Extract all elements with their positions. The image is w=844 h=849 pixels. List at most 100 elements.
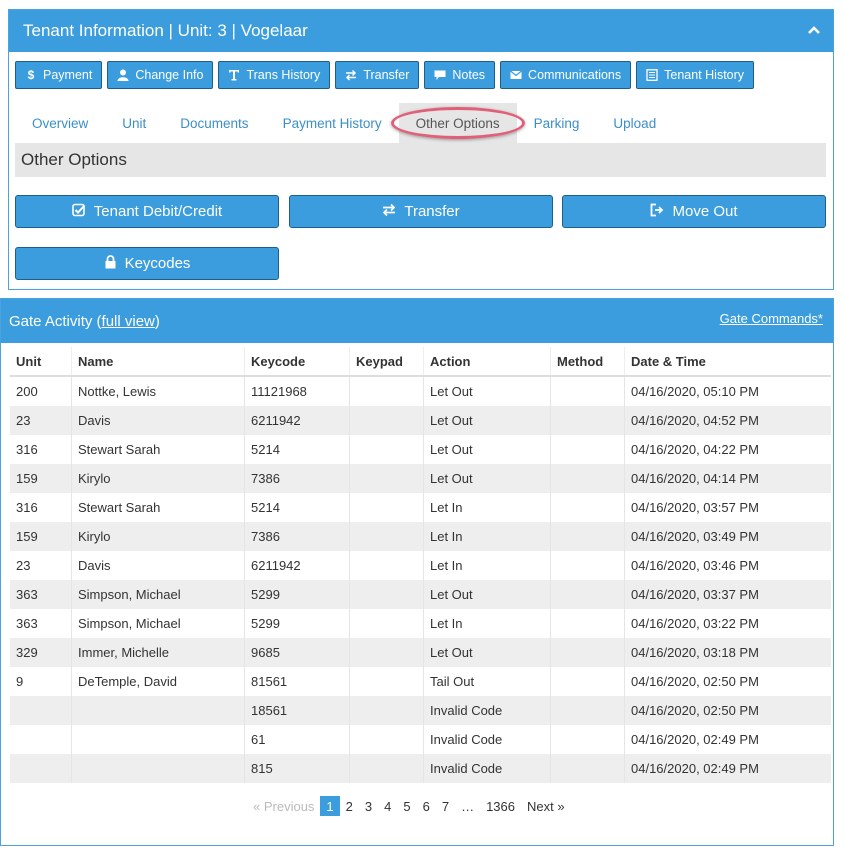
transfer-action-button[interactable]: Transfer xyxy=(335,61,420,89)
gate-activity-header: Gate Activity (full view) Gate Commands* xyxy=(1,299,833,343)
payment-button[interactable]: $ Payment xyxy=(15,61,103,89)
table-row[interactable]: 9 DeTemple, David 81561 Tail Out 04/16/2020,… xyxy=(10,667,831,696)
column-header-date-time[interactable]: Date & Time xyxy=(624,347,831,377)
page-link-6[interactable]: 6 xyxy=(417,796,436,816)
datetime-cell: 04/16/2020, 02:50 PM xyxy=(631,674,759,689)
page-link-1[interactable]: 1 xyxy=(320,796,340,816)
datetime-cell: 04/16/2020, 04:14 PM xyxy=(624,464,831,493)
unit-cell xyxy=(10,754,72,783)
table-row[interactable]: 61 Invalid Code 04/16/2020, 02:49 PM xyxy=(10,725,831,754)
user-icon xyxy=(117,69,129,81)
action-cell: Let Out xyxy=(423,406,551,435)
action-cell: Let Out xyxy=(423,464,551,493)
name-cell: Davis xyxy=(71,551,245,580)
envelope-icon xyxy=(510,69,522,81)
move-out-button[interactable]: Move Out xyxy=(562,195,826,228)
table-header-row: Unit Name Keycode Keypad Action Method D… xyxy=(10,347,831,377)
name-cell: Stewart Sarah xyxy=(71,493,245,522)
gate-activity-panel: Gate Activity (full view) Gate Commands*… xyxy=(0,298,834,846)
tab-documents[interactable]: Documents xyxy=(163,103,265,143)
datetime-cell: 04/16/2020, 02:49 PM xyxy=(624,754,831,783)
next-page-link[interactable]: Next » xyxy=(521,796,571,816)
table-row[interactable]: 23 Davis 6211942 Let In 04/16/2020, 03:46 PM xyxy=(10,551,831,580)
dollar-icon: $ xyxy=(27,68,35,82)
action-cell: Invalid Code xyxy=(423,754,551,783)
table-row[interactable]: 159 Kirylo 7386 Let In 04/16/2020, 03:49 PM xyxy=(10,522,831,551)
tab-upload[interactable]: Upload xyxy=(596,103,673,143)
change-info-button[interactable]: Change Info xyxy=(107,61,214,89)
pagination: « Previous 1 2 3 4 5 6 7 … 1366 Next » xyxy=(247,796,571,816)
method-cell xyxy=(550,696,625,725)
name-cell: Stewart Sarah xyxy=(71,435,245,464)
datetime-cell: 04/16/2020, 03:37 PM xyxy=(624,580,831,609)
tenant-info-header: Tenant Information | Unit: 3 | Vogelaar xyxy=(9,10,833,52)
table-row[interactable]: 316 Stewart Sarah 5214 Let In 04/16/2020, 03… xyxy=(10,493,831,522)
method-cell xyxy=(550,522,625,551)
method-cell xyxy=(550,435,625,464)
datetime-cell: 04/16/2020, 03:22 PM xyxy=(631,616,759,631)
table-row[interactable]: 815 Invalid Code 04/16/2020, 02:49 PM xyxy=(10,754,831,783)
previous-page-link[interactable]: « Previous xyxy=(247,796,320,816)
keycode-cell: 18561 xyxy=(244,696,350,725)
tenant-debit-credit-button[interactable]: Tenant Debit/Credit xyxy=(15,195,279,228)
action-cell: Tail Out xyxy=(423,667,551,696)
method-cell xyxy=(550,725,625,754)
name-cell: Simpson, Michael xyxy=(71,580,245,609)
unit-cell: 159 xyxy=(10,464,72,493)
table-row[interactable]: 329 Immer, Michelle 9685 Let Out 04/16/2020,… xyxy=(10,638,831,667)
tab-unit[interactable]: Unit xyxy=(105,103,163,143)
tab-other-options[interactable]: Other Options xyxy=(390,103,525,143)
notes-button[interactable]: Notes xyxy=(424,61,496,89)
keycode-cell: 81561 xyxy=(244,667,350,696)
page-link-7[interactable]: 7 xyxy=(436,796,455,816)
page-link-2[interactable]: 2 xyxy=(340,796,359,816)
keycode-cell: 61 xyxy=(244,725,350,754)
table-row[interactable]: 23 Davis 6211942 Let Out 04/16/2020, 04:52 P… xyxy=(10,406,831,435)
table-row[interactable]: 363 Simpson, Michael 5299 Let Out 04/16/2020… xyxy=(10,580,831,609)
table-row[interactable]: 200 Nottke, Lewis 11121968 Let Out 04/16/202… xyxy=(10,376,831,406)
name-cell xyxy=(71,696,245,725)
keypad-cell xyxy=(349,580,424,609)
keypad-cell xyxy=(349,754,424,783)
table-row[interactable]: 363 Simpson, Michael 5299 Let In 04/16/2020,… xyxy=(10,609,831,638)
communications-button[interactable]: Communications xyxy=(500,61,632,89)
table-row[interactable]: 316 Stewart Sarah 5214 Let Out 04/16/2020, 0… xyxy=(10,435,831,464)
column-header-name[interactable]: Name xyxy=(71,347,245,377)
unit-cell xyxy=(10,725,72,754)
keycodes-button[interactable]: Keycodes xyxy=(15,247,279,280)
chevron-up-icon[interactable] xyxy=(807,23,821,37)
text-t-icon xyxy=(228,69,240,81)
page-ellipsis: … xyxy=(461,798,475,814)
keycode-cell: 815 xyxy=(244,754,350,783)
datetime-cell: 04/16/2020, 04:52 PM xyxy=(624,406,831,435)
method-cell xyxy=(550,406,625,435)
tab-parking[interactable]: Parking xyxy=(517,103,597,143)
page-link-4[interactable]: 4 xyxy=(378,796,397,816)
tab-overview[interactable]: Overview xyxy=(15,103,105,143)
name-cell xyxy=(71,725,245,754)
datetime-cell: 04/16/2020, 02:50 PM xyxy=(624,696,831,725)
unit-cell: 329 xyxy=(10,638,72,667)
page-link-last[interactable]: 1366 xyxy=(480,796,521,816)
page-link-3[interactable]: 3 xyxy=(359,796,378,816)
column-header-unit[interactable]: Unit xyxy=(10,347,72,377)
keypad-cell xyxy=(349,551,424,580)
full-view-link[interactable]: full view xyxy=(102,313,155,330)
keycode-cell: 7386 xyxy=(244,464,350,493)
column-header-keypad[interactable]: Keypad xyxy=(349,347,424,377)
column-header-keycode[interactable]: Keycode xyxy=(244,347,350,377)
tenant-history-button[interactable]: Tenant History xyxy=(636,61,755,89)
column-header-method[interactable]: Method xyxy=(550,347,625,377)
keypad-cell xyxy=(349,435,424,464)
table-row[interactable]: 159 Kirylo 7386 Let Out 04/16/2020, 04:14 PM xyxy=(10,464,831,493)
name-cell: Kirylo xyxy=(71,522,245,551)
column-header-action[interactable]: Action xyxy=(423,347,551,377)
page-link-5[interactable]: 5 xyxy=(397,796,416,816)
tenant-info-title: Tenant Information | Unit: 3 | Vogelaar xyxy=(23,21,308,40)
table-row[interactable]: 18561 Invalid Code 04/16/2020, 02:50 PM xyxy=(10,696,831,725)
action-cell: Let In xyxy=(423,609,551,638)
trans-history-button[interactable]: Trans History xyxy=(218,61,331,89)
transfer-button[interactable]: Transfer xyxy=(289,195,553,228)
tab-payment-history[interactable]: Payment History xyxy=(266,103,399,143)
gate-commands-link[interactable]: Gate Commands* xyxy=(720,311,823,326)
